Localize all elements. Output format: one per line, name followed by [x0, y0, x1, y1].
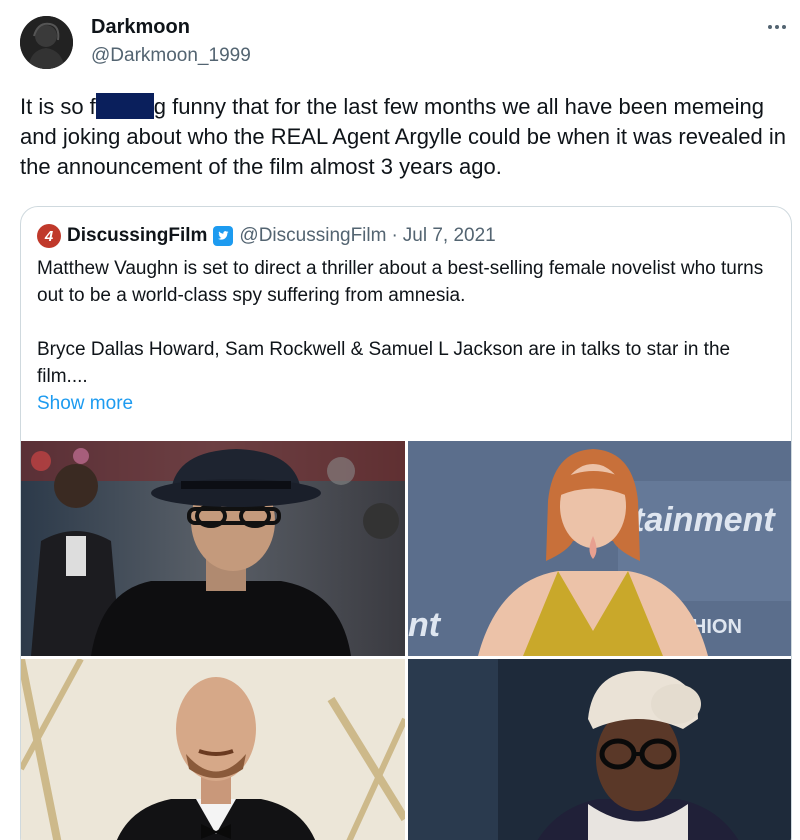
tweet-text-start: It is so f [20, 94, 96, 119]
show-more-link[interactable]: Show more [37, 393, 133, 415]
quoted-tweet[interactable]: 4 DiscussingFilm @DiscussingFilm · Jul 7… [20, 206, 792, 840]
photo-sam-rockwell[interactable] [21, 659, 405, 840]
quoted-author-handle[interactable]: @DiscussingFilm [239, 225, 386, 247]
quoted-author-name[interactable]: DiscussingFilm [67, 225, 207, 247]
photo-bryce-dallas-howard[interactable]: tainment FASHION nt [408, 441, 791, 656]
tweet: Darkmoon @Darkmoon_1999 It is so fg funn… [0, 0, 800, 840]
photo-matthew-vaughn[interactable] [21, 441, 405, 656]
quoted-tweet-text: Matthew Vaughn is set to direct a thrill… [37, 255, 777, 390]
quoted-paragraph-2: Bryce Dallas Howard, Sam Rockwell & Samu… [37, 339, 731, 387]
header-separator: · [391, 225, 398, 246]
quoted-tweet-date[interactable]: Jul 7, 2021 [403, 225, 496, 247]
more-dot-icon [782, 25, 786, 29]
more-dot-icon [768, 25, 772, 29]
more-options-button[interactable] [762, 12, 792, 42]
avatar[interactable] [20, 16, 73, 69]
quoted-tweet-header: 4 DiscussingFilm @DiscussingFilm · Jul 7… [37, 223, 496, 249]
discussingfilm-logo: 4 [37, 224, 61, 248]
quoted-paragraph-1: Matthew Vaughn is set to direct a thrill… [37, 258, 764, 306]
tweet-text: It is so fg funny that for the last few … [20, 92, 790, 182]
twitter-badge-icon [213, 226, 234, 246]
photo-samuel-l-jackson[interactable] [408, 659, 791, 840]
redaction-box [95, 93, 154, 119]
photo-grid: tainment FASHION nt [21, 441, 791, 840]
author-handle[interactable]: @Darkmoon_1999 [91, 45, 251, 67]
backdrop-sign-text: tainment [633, 501, 776, 539]
avatar-image [20, 16, 73, 69]
backdrop-sign-text: nt [408, 606, 442, 644]
author-display-name[interactable]: Darkmoon [91, 16, 190, 39]
more-dot-icon [775, 25, 779, 29]
